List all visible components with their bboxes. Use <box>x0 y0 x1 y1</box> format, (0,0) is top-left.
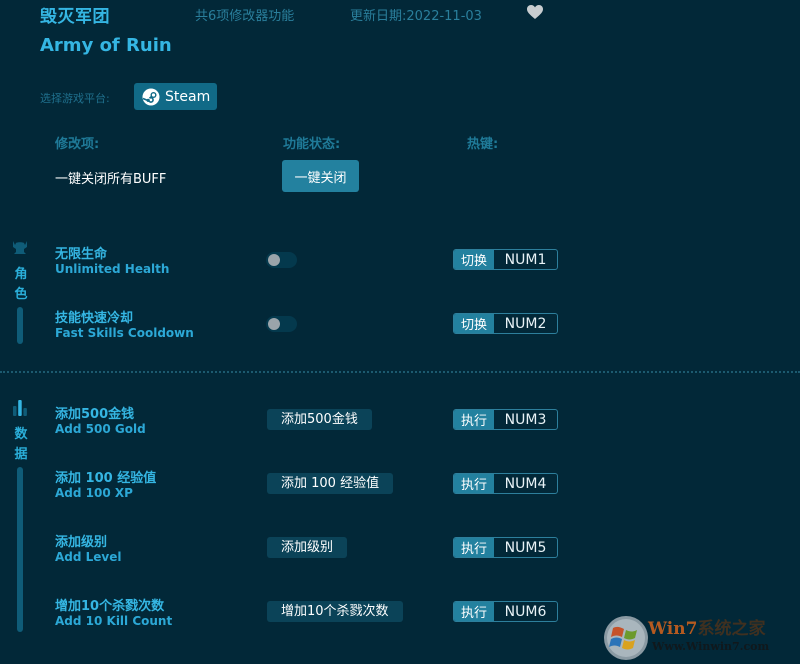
item-label-en: Add 10 Kill Count <box>55 614 173 628</box>
category-char: 据 <box>14 447 28 462</box>
column-header-modifier: 修改项: <box>55 137 100 152</box>
game-title-cn: 毁灭军团 <box>40 7 110 27</box>
item-label-en: Add 500 Gold <box>55 422 146 436</box>
item-label-en: Add 100 XP <box>55 486 133 500</box>
category-scroll-indicator <box>17 307 23 344</box>
item-label-cn: 添加 100 经验值 <box>55 471 157 486</box>
hotkey-type: 切换 <box>454 250 494 269</box>
watermark: Win7系统之家 Www.Winwin7.com <box>600 612 800 664</box>
bar-chart-icon <box>12 400 28 416</box>
game-title-en: Army of Ruin <box>40 35 172 56</box>
feature-count: 共6项修改器功能 <box>195 9 295 24</box>
add-level-button[interactable]: 添加级别 <box>267 537 348 558</box>
category-char: 数 <box>14 427 28 442</box>
toggle-knob <box>268 254 280 266</box>
item-label-cn: 无限生命 <box>55 247 108 262</box>
hotkey-type: 执行 <box>454 474 494 493</box>
heart-icon[interactable] <box>526 4 544 20</box>
category-label-data: 数 据 <box>13 425 29 465</box>
character-helmet-icon <box>12 240 28 256</box>
disable-all-buff-label: 一键关闭所有BUFF <box>55 172 167 187</box>
column-header-state: 功能状态: <box>283 137 341 152</box>
item-label-en: Add Level <box>55 550 122 564</box>
category-scroll-indicator <box>17 467 23 632</box>
watermark-brand-latin: Win7 <box>648 619 698 639</box>
category-label-character: 角 色 <box>13 265 29 305</box>
add-100-xp-button[interactable]: 添加 100 经验值 <box>267 473 394 494</box>
category-char: 角 <box>14 267 28 282</box>
item-label-en: Fast Skills Cooldown <box>55 326 194 340</box>
category-char: 色 <box>14 287 28 302</box>
unlimited-health-toggle[interactable] <box>266 252 297 268</box>
hotkey-key: NUM1 <box>504 251 547 268</box>
item-label-cn: 技能快速冷却 <box>55 311 134 326</box>
fast-skills-cooldown-toggle[interactable] <box>266 316 297 332</box>
hotkey-key: NUM5 <box>504 539 547 556</box>
steam-icon <box>142 88 160 106</box>
hotkey-num1[interactable]: 切换 NUM1 <box>453 249 558 270</box>
hotkey-num3[interactable]: 执行 NUM3 <box>453 409 558 430</box>
disable-all-button[interactable]: 一键关闭 <box>282 160 359 192</box>
watermark-url: Www.Winwin7.com <box>652 640 770 653</box>
hotkey-key: NUM2 <box>504 315 547 332</box>
item-label-cn: 增加10个杀戮次数 <box>55 599 165 614</box>
hotkey-num6[interactable]: 执行 NUM6 <box>453 601 558 622</box>
hotkey-key: NUM4 <box>504 475 547 492</box>
item-label-en: Unlimited Health <box>55 262 170 276</box>
column-header-hotkey: 热键: <box>467 137 499 152</box>
hotkey-type: 执行 <box>454 538 494 557</box>
item-label-cn: 添加500金钱 <box>55 407 135 422</box>
watermark-brand-cn: 系统之家 <box>697 619 766 639</box>
item-label-cn: 添加级别 <box>55 535 108 550</box>
hotkey-key: NUM6 <box>504 603 547 620</box>
toggle-knob <box>268 318 280 330</box>
hotkey-type: 执行 <box>454 410 494 429</box>
section-divider <box>0 371 800 373</box>
update-date: 更新日期:2022-11-03 <box>350 9 482 24</box>
hotkey-num2[interactable]: 切换 NUM2 <box>453 313 558 334</box>
hotkey-type: 执行 <box>454 602 494 621</box>
add-10-kill-count-button[interactable]: 增加10个杀戮次数 <box>267 601 403 622</box>
watermark-brand: Win7系统之家 <box>648 614 765 639</box>
windows-logo-icon <box>604 616 648 660</box>
trainer-window: 毁灭军团 共6项修改器功能 更新日期:2022-11-03 Army of Ru… <box>0 0 800 664</box>
platform-label: 选择游戏平台: <box>40 92 110 105</box>
hotkey-num4[interactable]: 执行 NUM4 <box>453 473 558 494</box>
platform-steam-label: Steam <box>165 88 211 105</box>
platform-steam-button[interactable]: Steam <box>134 83 217 110</box>
add-500-gold-button[interactable]: 添加500金钱 <box>267 409 372 430</box>
hotkey-num5[interactable]: 执行 NUM5 <box>453 537 558 558</box>
hotkey-type: 切换 <box>454 314 494 333</box>
hotkey-key: NUM3 <box>504 411 547 428</box>
